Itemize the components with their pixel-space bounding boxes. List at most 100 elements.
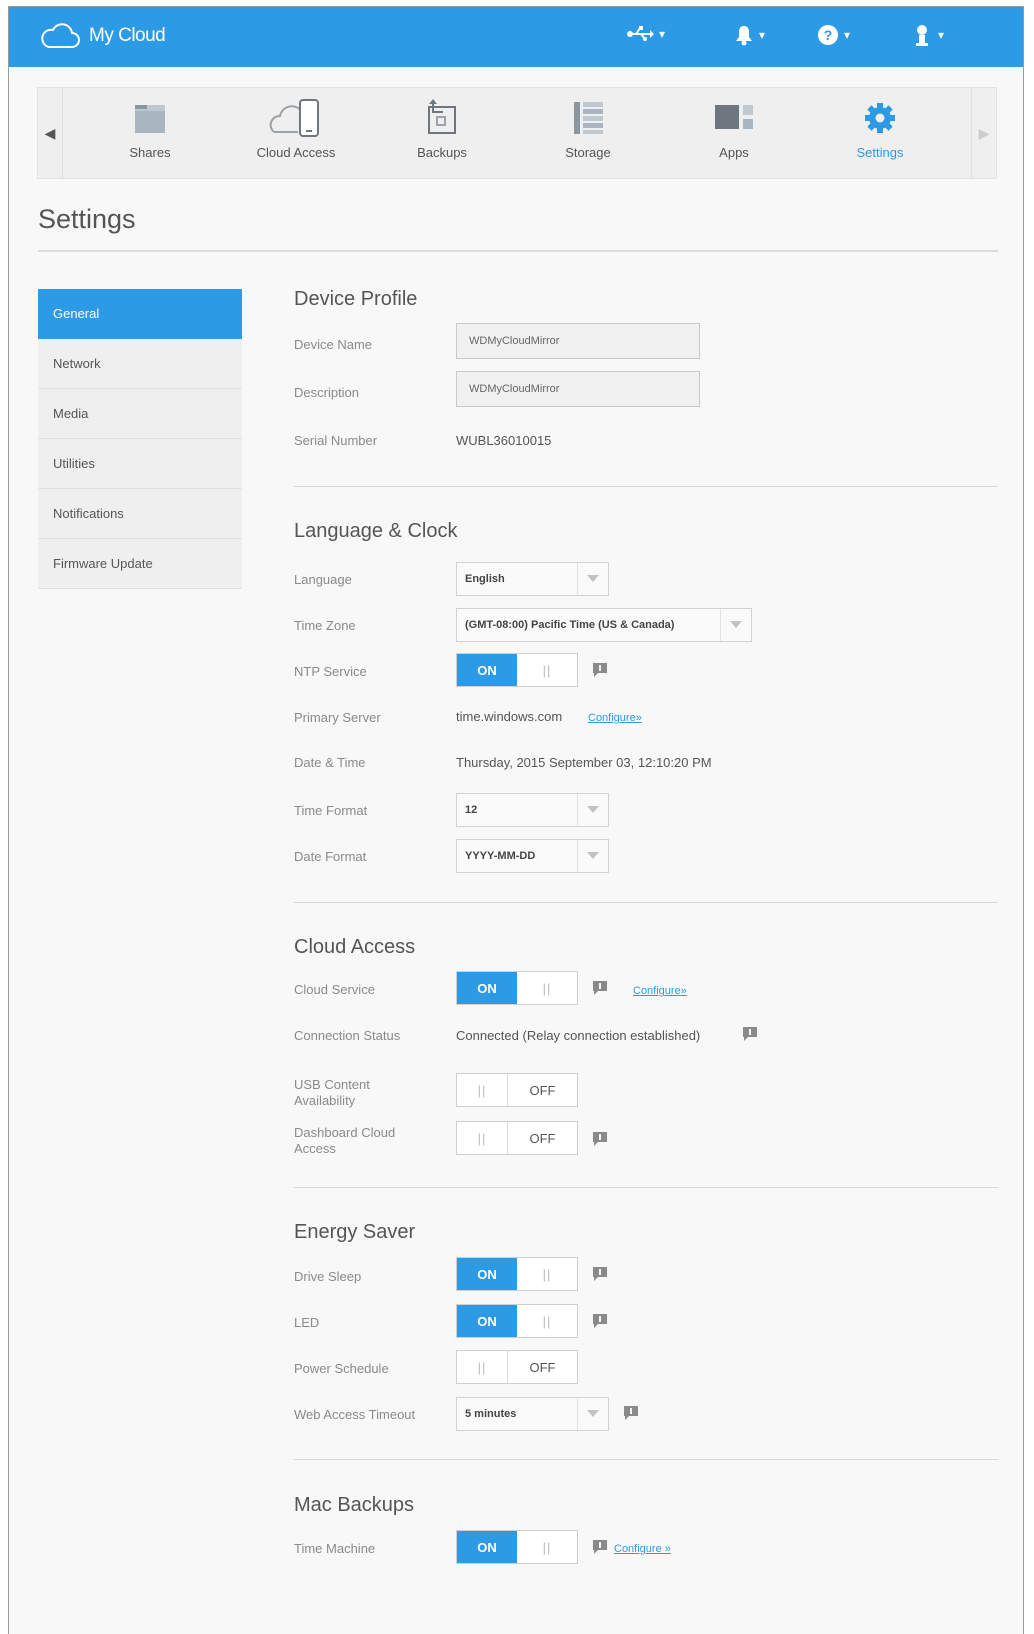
info-icon[interactable] [591,1313,609,1329]
nav-item-backups[interactable]: Backups [382,88,502,178]
help-icon: ? [818,25,838,45]
toggle-on-label: ON [457,972,517,1004]
time-format-label: Time Format [294,803,368,818]
nav-next-button[interactable]: ▶ [971,88,996,178]
usb-content-label: USB Content Availability [294,1077,370,1108]
section-title-cloud-access: Cloud Access [294,936,416,958]
chevron-down-icon [577,840,608,872]
sidebar-item-firmware-update[interactable]: Firmware Update [38,539,242,589]
info-icon[interactable] [591,980,609,996]
notifications-menu[interactable]: ▾ [734,24,765,46]
nav-prev-button[interactable]: ◀ [38,88,63,178]
cloud-service-label: Cloud Service [294,982,375,997]
chevron-down-icon [720,609,751,641]
description-input[interactable]: WDMyCloudMirror [456,371,700,407]
sidebar-item-utilities[interactable]: Utilities [38,439,242,489]
connection-status-value: Connected (Relay connection established) [456,1028,701,1043]
info-icon[interactable] [591,1266,609,1282]
date-format-label: Date Format [294,849,367,864]
main-nav: ◀ Shares Cloud Access Backups Storage Ap… [37,87,997,179]
cloud-logo-icon [41,23,80,48]
toggle-off-label: OFF [507,1074,577,1106]
bell-icon [736,26,752,46]
time-machine-label: Time Machine [294,1541,376,1556]
power-schedule-toggle[interactable]: || OFF [456,1350,578,1384]
ntp-service-label: NTP Service [294,664,367,679]
app-window: My Cloud ▾ ▾ ? ▾ ▾ ◀ Shares Cloud Access… [8,6,1024,1634]
time-zone-select[interactable]: (GMT-08:00) Pacific Time (US & Canada) [456,608,752,642]
time-machine-configure-link[interactable]: Configure » [614,1543,671,1555]
nav-item-shares[interactable]: Shares [90,88,210,178]
cloud-service-toggle[interactable]: ON || [456,971,578,1005]
usb-menu[interactable]: ▾ [626,24,665,44]
info-icon[interactable] [741,1026,759,1042]
dashboard-cloud-toggle[interactable]: || OFF [456,1121,578,1155]
chevron-down-icon: ▾ [844,28,851,42]
sidebar-item-network[interactable]: Network [38,339,242,389]
help-menu[interactable]: ? ▾ [817,24,850,46]
apps-icon [715,105,753,129]
time-zone-label: Time Zone [294,618,356,633]
language-select-value: English [465,573,505,585]
date-format-select-value: YYYY-MM-DD [465,850,536,862]
connection-status-label: Connection Status [294,1028,401,1043]
svg-text:?: ? [824,27,833,43]
sidebar-item-general[interactable]: General [38,289,242,339]
user-icon [916,25,928,46]
page-title: Settings [38,204,136,234]
toggle-handle-icon: || [477,1359,487,1375]
backups-icon [428,99,456,134]
nav-item-storage[interactable]: Storage [528,88,648,178]
toggle-handle-icon: || [477,1082,487,1098]
nav-item-apps[interactable]: Apps [674,88,794,178]
section-title-language-clock: Language & Clock [294,520,458,542]
title-divider [38,250,998,252]
info-icon[interactable] [591,1539,609,1555]
info-icon[interactable] [622,1405,640,1421]
serial-number-value: WUBL36010015 [456,433,552,448]
usb-icon [627,26,654,41]
usb-content-toggle[interactable]: || OFF [456,1073,578,1107]
info-icon[interactable] [591,1131,609,1147]
toggle-on-label: ON [457,654,517,686]
shares-icon [135,105,165,133]
toggle-on-label: ON [457,1531,517,1563]
led-label: LED [294,1315,320,1330]
toggle-on-label: ON [457,1305,517,1337]
nav-item-label: Storage [565,145,611,160]
chevron-right-icon: ▶ [978,124,990,141]
nav-item-label: Shares [129,145,171,160]
drive-sleep-toggle[interactable]: ON || [456,1257,578,1291]
nav-item-label: Backups [417,145,467,160]
primary-server-configure-link[interactable]: Configure» [588,712,642,724]
language-select[interactable]: English [456,562,609,596]
device-name-label: Device Name [294,337,373,352]
web-timeout-select-value: 5 minutes [465,1408,517,1420]
section-title-mac-backups: Mac Backups [294,1494,415,1516]
sidebar-item-media[interactable]: Media [38,389,242,439]
time-format-select[interactable]: 12 [456,793,609,827]
ntp-service-toggle[interactable]: ON || [456,653,578,687]
device-name-input[interactable]: WDMyCloudMirror [456,323,700,359]
chevron-down-icon: ▾ [938,28,945,42]
date-format-select[interactable]: YYYY-MM-DD [456,839,609,873]
toggle-handle-icon: || [542,1313,552,1329]
web-timeout-select[interactable]: 5 minutes [456,1397,609,1431]
info-icon[interactable] [591,662,609,678]
logo[interactable]: My Cloud [39,21,166,51]
section-divider [294,486,998,487]
chevron-down-icon [577,1398,608,1430]
toggle-on-label: ON [457,1258,517,1290]
nav-item-settings[interactable]: Settings [820,88,940,178]
chevron-down-icon: ▾ [659,27,666,41]
led-toggle[interactable]: ON || [456,1304,578,1338]
sidebar-item-notifications[interactable]: Notifications [38,489,242,539]
cloud-service-configure-link[interactable]: Configure» [633,985,687,997]
nav-item-cloud-access[interactable]: Cloud Access [236,88,356,178]
nav-item-label: Settings [856,145,904,160]
top-bar: My Cloud ▾ ▾ ? ▾ ▾ [9,7,1023,67]
web-timeout-label: Web Access Timeout [294,1407,416,1422]
drive-sleep-label: Drive Sleep [294,1269,362,1284]
user-menu[interactable]: ▾ [911,24,944,46]
time-machine-toggle[interactable]: ON || [456,1530,578,1564]
